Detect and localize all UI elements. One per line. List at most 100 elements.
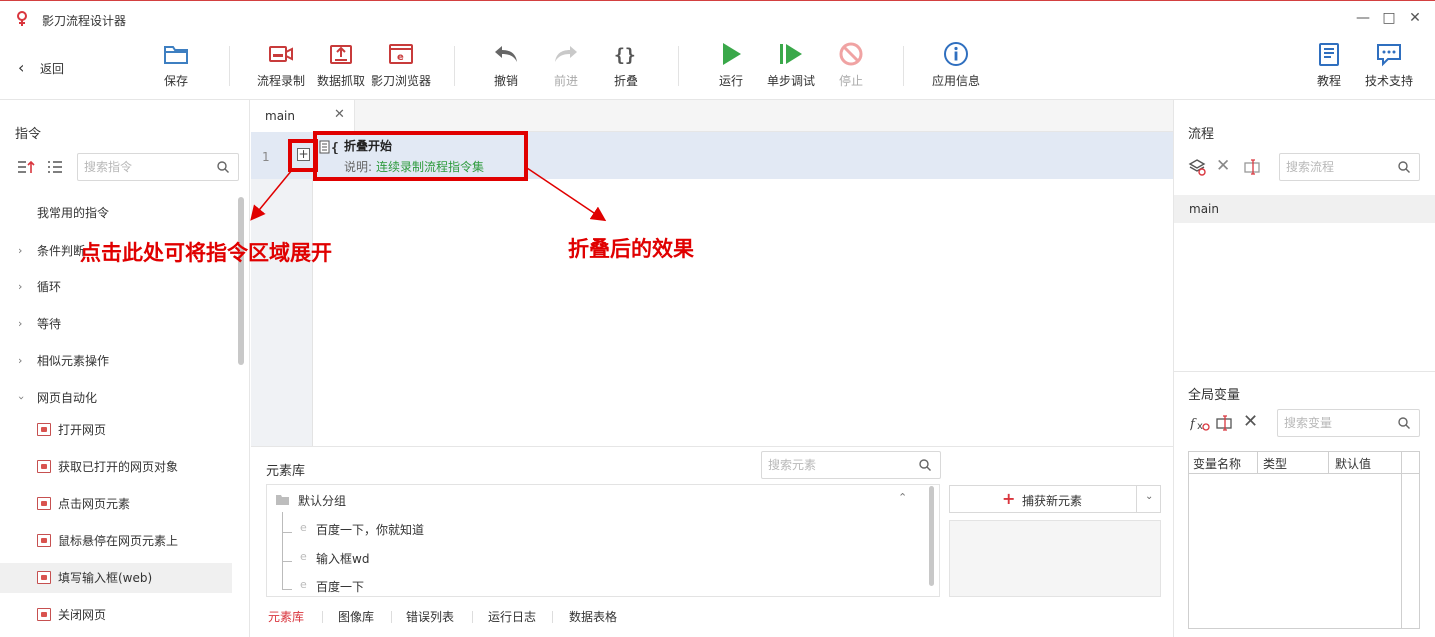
flow-search-input[interactable] <box>1280 154 1389 180</box>
redo-button[interactable]: 前进 <box>552 40 580 89</box>
command-fill-input[interactable]: 填写输入框(web) <box>0 563 232 593</box>
line-gutter <box>251 132 313 446</box>
webpage-close-icon <box>37 608 51 621</box>
tab-divider <box>552 611 553 623</box>
tab-main[interactable]: main ✕ <box>251 100 355 132</box>
maximize-button[interactable]: □ <box>1381 9 1397 27</box>
element-item[interactable]: 输入框wd <box>316 550 369 567</box>
command-search[interactable] <box>77 153 239 181</box>
search-icon <box>217 161 229 173</box>
app-info-button[interactable]: 应用信息 <box>931 40 981 89</box>
column-header[interactable]: 默认值 <box>1335 455 1371 472</box>
command-label: 点击网页元素 <box>58 497 131 511</box>
chevron-right-icon: › <box>18 354 23 367</box>
chevron-left-icon: ‹ <box>18 58 25 77</box>
chevron-down-icon: › <box>15 395 29 401</box>
tree-line <box>282 561 292 562</box>
step-debug-label: 单步调试 <box>766 74 815 88</box>
column-header[interactable]: 变量名称 <box>1193 455 1241 472</box>
rename-icon[interactable] <box>1244 159 1262 175</box>
annotation-expand-hint: 点击此处可将指令区域展开 <box>80 241 332 265</box>
list-view-icon[interactable] <box>47 160 63 174</box>
record-button[interactable]: 流程录制 <box>256 40 306 89</box>
tutorial-label: 教程 <box>1316 74 1341 88</box>
delete-variable-icon[interactable]: ✕ <box>1243 411 1258 432</box>
command-group-label: 等待 <box>37 317 62 331</box>
command-scrollbar[interactable] <box>238 197 244 365</box>
flow-item-main[interactable]: main <box>1174 195 1435 223</box>
minimize-button[interactable]: — <box>1355 9 1371 27</box>
line-number: 1 <box>262 150 270 164</box>
element-group-default[interactable]: 默认分组 <box>298 492 346 509</box>
run-button[interactable]: 运行 <box>717 40 745 89</box>
browser-button[interactable]: e 影刀浏览器 <box>371 40 431 89</box>
fold-button[interactable]: {} 折叠 <box>612 40 640 89</box>
scrollbar-track <box>1401 474 1402 628</box>
element-search-input[interactable] <box>762 452 910 478</box>
element-item[interactable]: 百度一下 <box>316 578 364 595</box>
toolbar-divider <box>454 46 455 86</box>
command-group-favorites[interactable]: 我常用的指令 <box>0 198 232 228</box>
browser-label: 影刀浏览器 <box>371 74 432 88</box>
command-close-webpage[interactable]: 关闭网页 <box>0 600 232 630</box>
tab-data-table[interactable]: 数据表格 <box>569 608 617 625</box>
svg-text:e: e <box>397 52 404 63</box>
command-group-wait[interactable]: › 等待 <box>0 309 232 339</box>
variable-search[interactable] <box>1277 409 1420 437</box>
rename-variable-icon[interactable] <box>1216 415 1234 431</box>
fx-variable-icon[interactable]: f x <box>1190 414 1210 432</box>
tab-run-log[interactable]: 运行日志 <box>488 608 536 625</box>
element-preview <box>949 520 1161 597</box>
variable-search-input[interactable] <box>1278 410 1389 436</box>
tab-error-list[interactable]: 错误列表 <box>406 608 454 625</box>
tab-element-library[interactable]: 元素库 <box>268 608 304 625</box>
scrape-button[interactable]: 数据抓取 <box>316 40 366 89</box>
column-header[interactable]: 类型 <box>1263 455 1287 472</box>
close-tab-icon[interactable]: ✕ <box>334 107 345 122</box>
command-click-element[interactable]: 点击网页元素 <box>0 489 232 519</box>
command-group-loop[interactable]: › 循环 <box>0 272 232 302</box>
flow-search[interactable] <box>1279 153 1420 181</box>
command-group-web-automation[interactable]: › 网页自动化 <box>0 383 232 413</box>
step-debug-button[interactable]: 单步调试 <box>766 40 816 89</box>
tab-divider <box>322 611 323 623</box>
braces-icon: {} <box>614 45 636 66</box>
delete-flow-icon[interactable]: ✕ <box>1216 156 1230 176</box>
layers-add-icon[interactable] <box>1188 158 1206 176</box>
command-group-label: 我常用的指令 <box>37 206 110 220</box>
save-button[interactable]: 保存 <box>160 40 192 89</box>
command-label: 填写输入框(web) <box>58 571 153 585</box>
tab-image-library[interactable]: 图像库 <box>338 608 374 625</box>
search-icon <box>1398 417 1410 429</box>
folder-icon <box>276 495 289 505</box>
command-group-similar-elements[interactable]: › 相似元素操作 <box>0 346 232 376</box>
command-search-input[interactable] <box>78 154 208 180</box>
tree-line <box>282 512 283 589</box>
undo-icon <box>495 46 517 62</box>
stop-button[interactable]: 停止 <box>837 40 865 89</box>
element-search[interactable] <box>761 451 941 479</box>
element-item[interactable]: 百度一下，你就知道 <box>316 521 424 538</box>
toolbar-divider <box>903 46 904 86</box>
chevron-up-icon[interactable]: ⌃ <box>898 491 907 504</box>
element-tree-scrollbar[interactable] <box>929 486 934 586</box>
stop-icon <box>839 42 863 66</box>
command-group-label: 条件判断 <box>37 244 86 258</box>
undo-button[interactable]: 撤销 <box>492 40 520 89</box>
chevron-down-icon[interactable]: ⌄ <box>1145 491 1153 502</box>
support-button[interactable]: 技术支持 <box>1363 40 1415 89</box>
command-hover-element[interactable]: 鼠标悬停在网页元素上 <box>0 526 232 556</box>
column-divider <box>1401 452 1402 474</box>
tab-label: main <box>265 109 295 123</box>
title-bar: 影刀流程设计器 — □ ✕ <box>0 0 1435 36</box>
close-window-button[interactable]: ✕ <box>1407 9 1423 27</box>
command-open-webpage[interactable]: 打开网页 <box>0 415 232 445</box>
command-get-webpage[interactable]: 获取已打开的网页对象 <box>0 452 232 482</box>
tutorial-button[interactable]: 教程 <box>1315 40 1343 89</box>
sort-icon[interactable] <box>17 160 35 174</box>
chevron-right-icon: › <box>18 280 23 293</box>
capture-element-button[interactable]: + 捕获新元素 ⌄ <box>949 485 1161 513</box>
tree-line <box>282 532 292 533</box>
flow-item-label: main <box>1189 202 1219 216</box>
flow-panel-title: 流程 <box>1188 127 1215 142</box>
